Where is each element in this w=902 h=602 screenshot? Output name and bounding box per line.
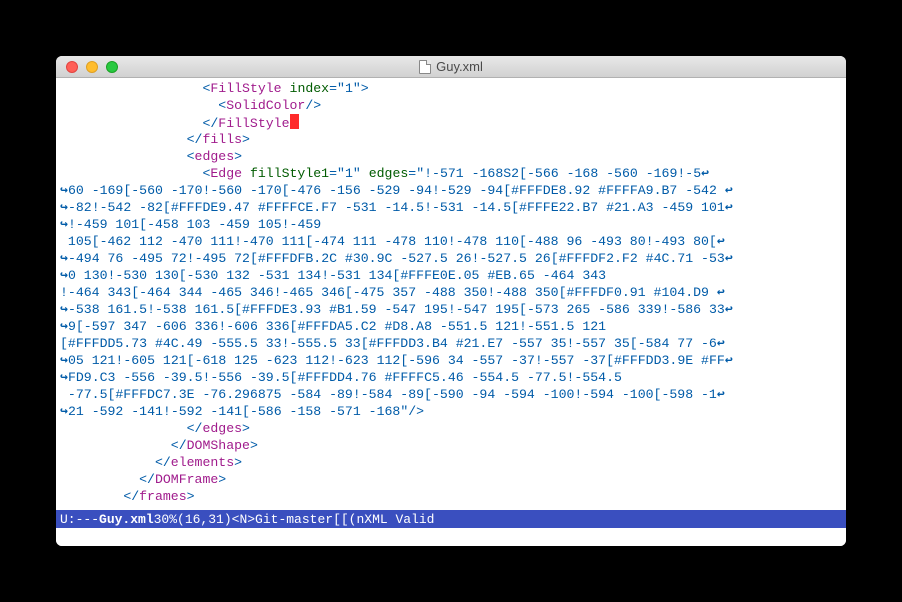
- wrap-indicator-icon: ↩: [701, 166, 709, 181]
- wrap-continuation-icon: ↪: [60, 217, 68, 232]
- tag-solidcolor: SolidColor: [226, 98, 305, 113]
- close-button[interactable]: [66, 61, 78, 73]
- tag-domshape-close: DOMShape: [187, 438, 250, 453]
- wrap-continuation-icon: ↪: [60, 268, 68, 283]
- tag-frames-close: frames: [139, 489, 186, 504]
- wrap-indicator-icon: ↩: [725, 200, 733, 215]
- wrap-indicator-icon: ↩: [725, 251, 733, 266]
- edge-data: !-571 -168S2[-566 -168 -560 -169!-5: [424, 166, 701, 181]
- titlebar[interactable]: Guy.xml: [56, 56, 846, 78]
- window-title-text: Guy.xml: [436, 59, 483, 74]
- wrap-indicator-icon: ↩: [717, 387, 725, 402]
- window-controls: [56, 61, 118, 73]
- tag-domframe-close: DOMFrame: [155, 472, 218, 487]
- modeline-mode: <N>: [232, 512, 255, 527]
- cursor: [290, 114, 299, 129]
- minibuffer[interactable]: [56, 528, 846, 546]
- wrap-continuation-icon: ↪: [60, 251, 68, 266]
- modeline-minor: [[(nXML Valid: [333, 512, 434, 527]
- wrap-indicator-icon: ↩: [725, 353, 733, 368]
- wrap-indicator-icon: ↩: [717, 336, 725, 351]
- document-icon: [419, 60, 431, 74]
- window-title: Guy.xml: [56, 59, 846, 74]
- tag-edges-close: edges: [202, 421, 242, 436]
- minimize-button[interactable]: [86, 61, 98, 73]
- wrap-continuation-icon: ↪: [60, 183, 68, 198]
- modeline-position: (16,31): [177, 512, 232, 527]
- mode-line[interactable]: U:--- Guy.xml 30% (16,31) <N> Git-master…: [56, 510, 846, 528]
- wrap-indicator-icon: ↩: [717, 234, 725, 249]
- wrap-continuation-icon: ↪: [60, 319, 68, 334]
- editor-pane[interactable]: <FillStyle index="1"> <SolidColor/> </Fi…: [56, 78, 846, 510]
- modeline-filename: Guy.xml: [99, 512, 154, 527]
- tag-edge: Edge: [210, 166, 242, 181]
- tag-edges-open: edges: [195, 149, 235, 164]
- wrap-continuation-icon: ↪: [60, 200, 68, 215]
- wrap-indicator-icon: ↩: [725, 302, 733, 317]
- wrap-continuation-icon: ↪: [60, 353, 68, 368]
- tag-elements-close: elements: [171, 455, 234, 470]
- app-window: Guy.xml <FillStyle index="1"> <SolidColo…: [56, 56, 846, 546]
- modeline-percent: 30%: [154, 512, 177, 527]
- tag-fillstyle-open: FillStyle: [210, 81, 281, 96]
- wrap-continuation-icon: ↪: [60, 404, 68, 419]
- wrap-continuation-icon: ↪: [60, 370, 68, 385]
- zoom-button[interactable]: [106, 61, 118, 73]
- wrap-continuation-icon: ↪: [60, 302, 68, 317]
- tag-fills-close: fills: [202, 132, 242, 147]
- wrap-indicator-icon: ↩: [725, 183, 733, 198]
- wrap-indicator-icon: ↩: [717, 285, 725, 300]
- modeline-vc: Git-master: [255, 512, 333, 527]
- modeline-state: U:---: [60, 512, 99, 527]
- tag-fillstyle-close: FillStyle: [218, 116, 289, 131]
